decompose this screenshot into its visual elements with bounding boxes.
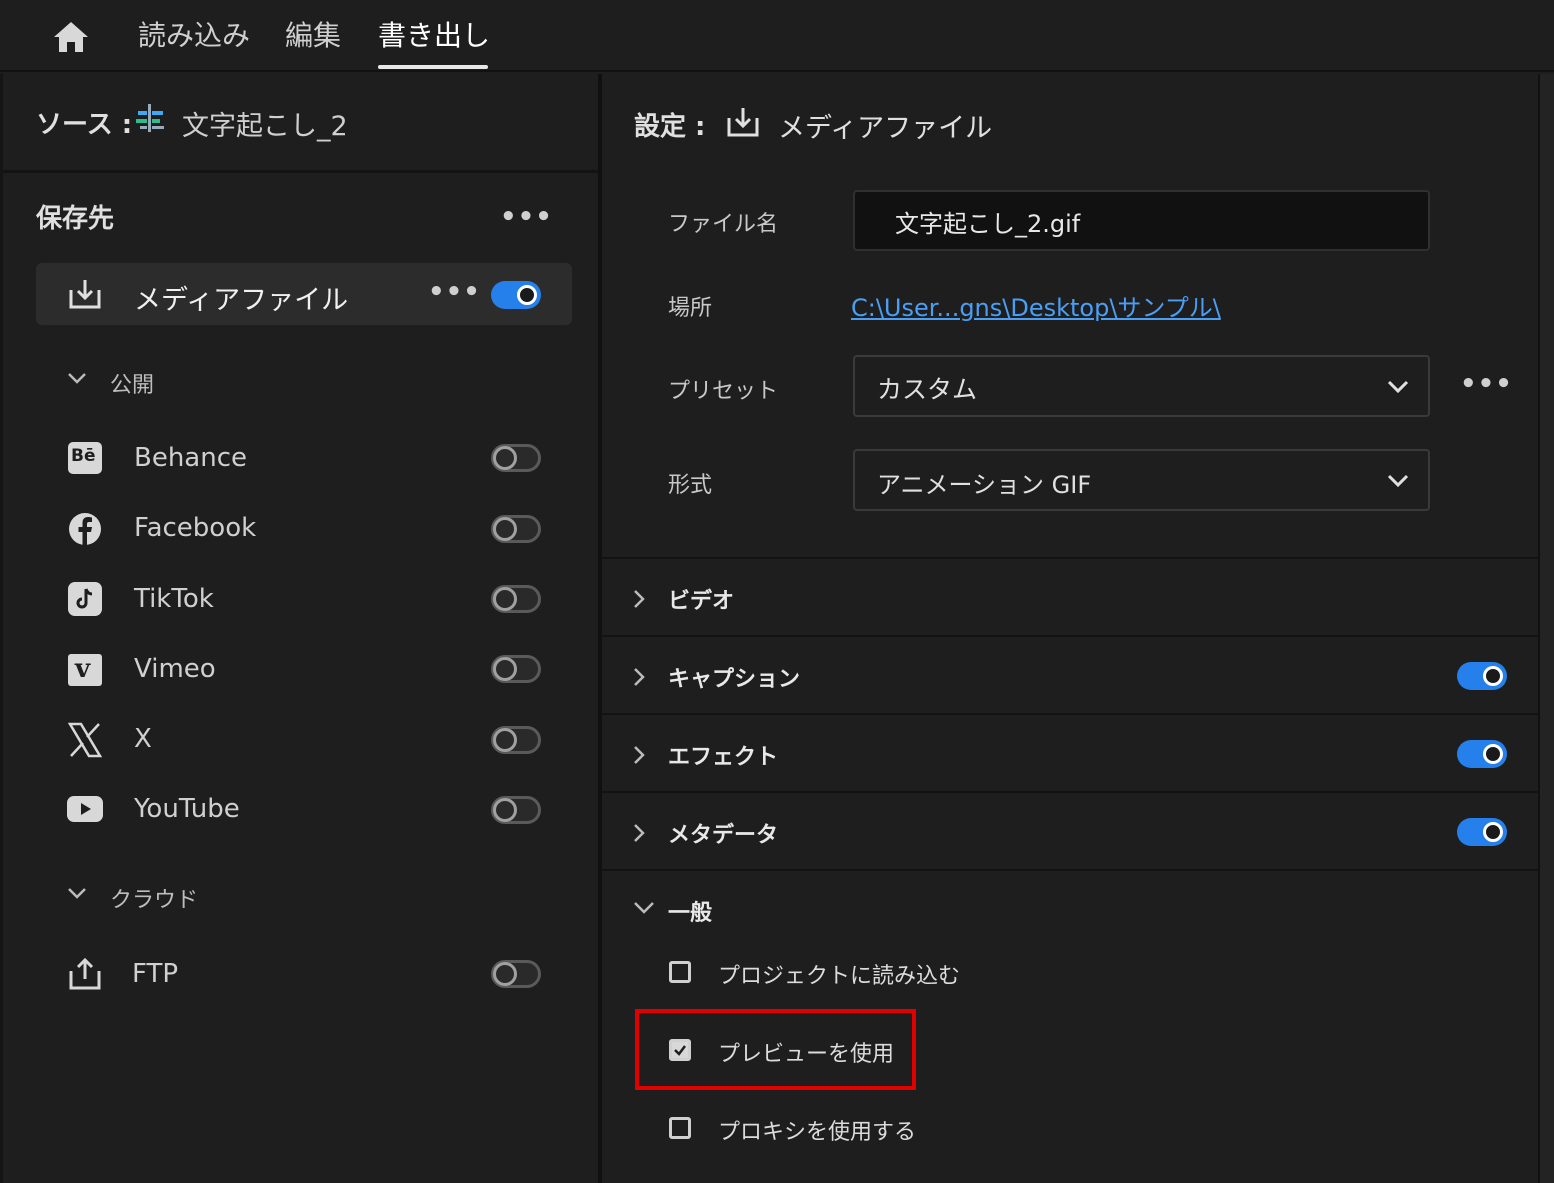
settings-label: 設定 : xyxy=(634,112,706,142)
divider xyxy=(3,170,598,173)
chevron-right-icon xyxy=(634,668,645,686)
tab-edit[interactable]: 編集 xyxy=(285,14,341,54)
location-link[interactable]: C:\User...gns\Desktop\サンプル\ xyxy=(851,288,1221,323)
ftp-toggle[interactable] xyxy=(491,960,541,988)
source-label: ソース : xyxy=(36,110,133,140)
publish-item-label: YouTube xyxy=(134,794,240,824)
media-file-more-button[interactable]: ••• xyxy=(428,277,481,307)
destinations-more-button[interactable]: ••• xyxy=(500,202,553,232)
option-label: プロキシを使用する xyxy=(718,1120,917,1145)
publish-item-label: Vimeo xyxy=(134,654,216,684)
option-label: プレビューを使用 xyxy=(718,1042,895,1067)
x-toggle[interactable] xyxy=(491,726,541,754)
tiktok-icon xyxy=(68,582,102,616)
chevron-right-icon xyxy=(634,746,645,764)
format-value: アニメーション GIF xyxy=(877,471,1092,499)
effects-toggle[interactable] xyxy=(1457,740,1507,768)
publish-item-label: Behance xyxy=(134,443,248,473)
media-file-label: メディアファイル xyxy=(134,285,349,316)
section-label: エフェクト xyxy=(668,745,779,770)
publish-item-label: Facebook xyxy=(134,513,257,543)
divider xyxy=(602,869,1538,871)
destinations-title: 保存先 xyxy=(36,204,115,234)
use-proxies-checkbox[interactable] xyxy=(669,1117,691,1139)
upload-icon xyxy=(69,957,101,990)
facebook-toggle[interactable] xyxy=(491,515,541,543)
publish-group-label: 公開 xyxy=(110,373,155,398)
preset-more-button[interactable]: ••• xyxy=(1460,369,1513,399)
x-icon xyxy=(68,722,102,758)
publish-item-label: X xyxy=(134,724,152,754)
publish-item-label: TikTok xyxy=(134,584,214,614)
transcript-icon xyxy=(136,104,164,132)
behance-icon: Bē xyxy=(68,442,102,474)
chevron-down-icon[interactable] xyxy=(632,900,656,916)
facebook-icon xyxy=(69,513,101,545)
preset-dropdown[interactable]: カスタム xyxy=(853,355,1430,417)
section-label: キャプション xyxy=(668,667,801,692)
chevron-right-icon xyxy=(634,824,645,842)
chevron-down-icon[interactable] xyxy=(66,885,88,901)
preset-label: プリセット xyxy=(668,379,779,404)
file-name-value: 文字起こし_2.gif xyxy=(895,210,1081,238)
captions-toggle[interactable] xyxy=(1457,662,1507,690)
section-label: 一般 xyxy=(668,901,713,926)
file-name-field[interactable]: 文字起こし_2.gif xyxy=(853,190,1430,251)
youtube-icon xyxy=(67,796,103,822)
vimeo-toggle[interactable] xyxy=(491,655,541,683)
media-file-toggle[interactable] xyxy=(491,281,541,309)
format-label: 形式 xyxy=(668,473,713,498)
format-dropdown[interactable]: アニメーション GIF xyxy=(853,449,1430,511)
option-label: プロジェクトに読み込む xyxy=(718,964,961,989)
use-previews-checkbox[interactable] xyxy=(669,1039,691,1061)
top-nav: 読み込み 編集 書き出し xyxy=(0,0,1554,72)
preset-value: カスタム xyxy=(877,375,978,404)
cloud-group-label: クラウド xyxy=(110,888,199,913)
section-video[interactable] xyxy=(602,559,1538,635)
tiktok-toggle[interactable] xyxy=(491,585,541,613)
home-icon[interactable] xyxy=(52,20,90,54)
active-tab-indicator xyxy=(378,65,488,69)
chevron-right-icon xyxy=(634,590,645,608)
youtube-toggle[interactable] xyxy=(491,796,541,824)
download-icon xyxy=(69,280,101,309)
settings-target: メディアファイル xyxy=(778,113,993,144)
file-name-label: ファイル名 xyxy=(668,212,779,237)
cloud-item-label: FTP xyxy=(132,959,179,989)
left-panel xyxy=(0,74,598,1183)
chevron-down-icon xyxy=(1387,380,1409,394)
section-label: メタデータ xyxy=(668,823,779,848)
location-label: 場所 xyxy=(668,296,713,321)
vimeo-icon: v xyxy=(68,654,102,686)
source-name: 文字起こし_2 xyxy=(182,111,348,142)
section-label: ビデオ xyxy=(668,589,735,614)
chevron-down-icon xyxy=(1387,474,1409,488)
tab-export[interactable]: 書き出し xyxy=(378,14,490,54)
tab-import[interactable]: 読み込み xyxy=(138,14,250,54)
download-icon xyxy=(727,108,759,137)
behance-toggle[interactable] xyxy=(491,444,541,472)
scrollbar-track[interactable] xyxy=(1538,74,1554,1183)
metadata-toggle[interactable] xyxy=(1457,818,1507,846)
import-to-project-checkbox[interactable] xyxy=(669,961,691,983)
chevron-down-icon[interactable] xyxy=(66,370,88,386)
